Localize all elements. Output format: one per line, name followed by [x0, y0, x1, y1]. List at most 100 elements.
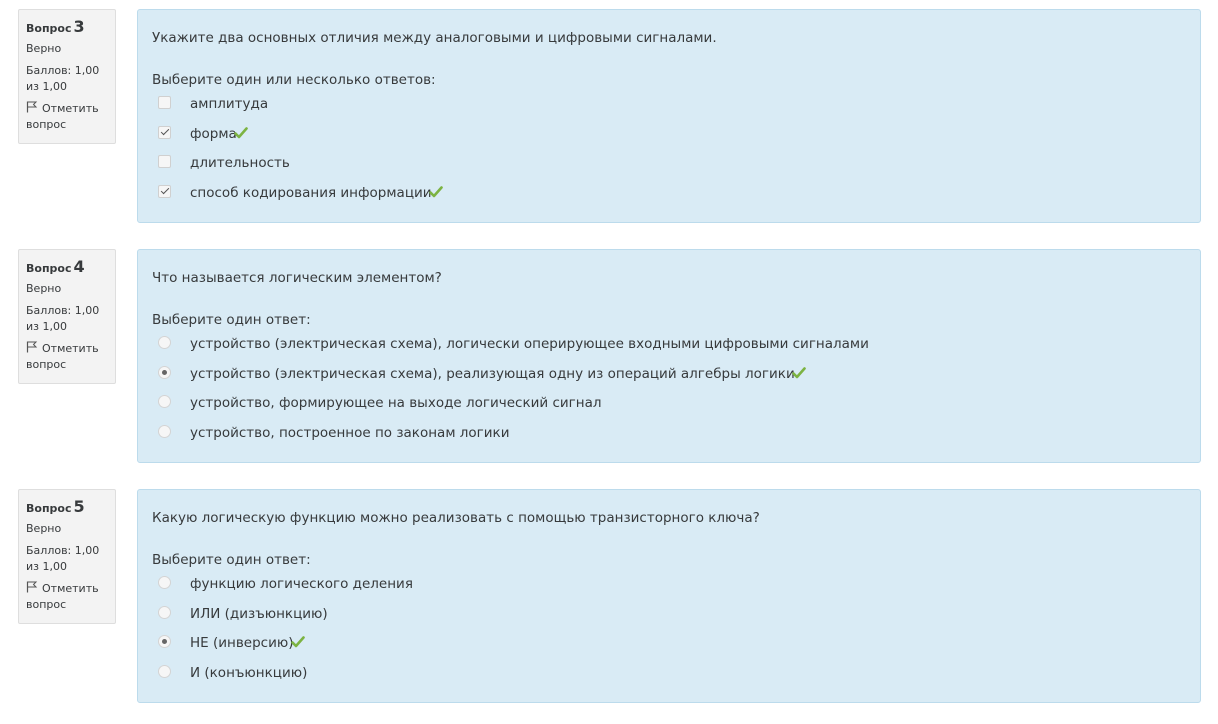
question-number: 3: [73, 17, 85, 36]
answer-option[interactable]: НЕ (инверсию): [152, 634, 1200, 664]
answer-control[interactable]: [152, 365, 190, 379]
answer-option[interactable]: ИЛИ (дизъюнкцию): [152, 605, 1200, 635]
answer-option[interactable]: амплитуда: [152, 95, 1200, 125]
question-text: Какую логическую функцию можно реализова…: [152, 510, 760, 526]
answer-control[interactable]: [152, 575, 190, 589]
answer-label-wrap: длительность: [190, 154, 290, 172]
flag-icon: [26, 101, 38, 113]
answer-label: амплитуда: [190, 96, 269, 112]
answer-label: устройство, построенное по законам логик…: [190, 424, 510, 441]
flag-question-link[interactable]: Отметить вопрос: [26, 101, 115, 133]
answer-option[interactable]: устройство, построенное по законам логик…: [152, 424, 1200, 454]
answer-label-wrap: И (конъюнкцию): [190, 664, 307, 682]
answer-label-wrap: устройство (электрическая схема), логиче…: [190, 335, 869, 353]
question-4: Вопрос 4 Верно Баллов: 1,00 из 1,00 Отмет…: [0, 249, 1218, 465]
unselected-radio[interactable]: [158, 664, 171, 678]
question-text: Укажите два основных отличия между анало…: [152, 30, 717, 46]
answer-control[interactable]: [152, 335, 190, 349]
correct-check-icon: [290, 635, 305, 648]
question-content-panel: Укажите два основных отличия между анало…: [137, 9, 1201, 223]
answer-label: И (конъюнкцию): [190, 664, 308, 681]
question-label: Вопрос: [26, 502, 72, 515]
question-text: Что называется логическим элементом?: [152, 270, 442, 286]
question-number-line: Вопрос 4: [26, 256, 115, 277]
question-number-line: Вопрос 3: [26, 16, 115, 37]
question-3: Вопрос 3 Верно Баллов: 1,00 из 1,00 Отмет…: [0, 9, 1218, 225]
answer-option[interactable]: функцию логического деления: [152, 575, 1200, 605]
answer-control[interactable]: [152, 664, 190, 678]
question-number: 4: [73, 257, 85, 276]
question-content-panel: Что называется логическим элементом? Выб…: [137, 249, 1201, 463]
question-grade: Баллов: 1,00 из 1,00: [26, 64, 100, 93]
answer-prompt: Выберите один или несколько ответов:: [152, 72, 436, 88]
question-grade: Баллов: 1,00 из 1,00: [26, 544, 100, 573]
unchecked-checkbox[interactable]: [158, 96, 171, 109]
answer-label-wrap: устройство (электрическая схема), реализ…: [190, 365, 806, 383]
answer-label: длительность: [190, 155, 290, 171]
unselected-radio[interactable]: [158, 336, 171, 349]
answer-label: устройство (электрическая схема), логиче…: [190, 336, 869, 352]
answer-label: НЕ (инверсию): [190, 635, 294, 651]
correct-check-icon: [234, 126, 248, 138]
question-5: Вопрос 5 Верно Баллов: 1,00 из 1,00 Отмет…: [0, 489, 1218, 705]
answer-label-wrap: способ кодирования информации: [190, 184, 443, 202]
answer-option[interactable]: форма: [152, 125, 1200, 155]
question-info-panel: Вопрос 5 Верно Баллов: 1,00 из 1,00 Отмет…: [18, 489, 116, 624]
unselected-radio[interactable]: [158, 576, 171, 589]
answer-label: ИЛИ (дизъюнкцию): [190, 605, 328, 622]
answer-option[interactable]: устройство (электрическая схема), логиче…: [152, 335, 1200, 365]
flag-icon: [26, 341, 38, 353]
answer-option[interactable]: И (конъюнкцию): [152, 664, 1200, 694]
question-label: Вопрос: [26, 262, 72, 275]
answer-list: амплитуда форма длительность способ коди…: [152, 95, 1200, 213]
correct-check-icon: [428, 185, 443, 197]
checked-checkbox[interactable]: [158, 125, 171, 139]
flag-icon: [26, 581, 38, 593]
answer-option[interactable]: способ кодирования информации: [152, 184, 1200, 214]
unselected-radio[interactable]: [158, 424, 171, 438]
answer-label-wrap: амплитуда: [190, 95, 268, 113]
question-grade: Баллов: 1,00 из 1,00: [26, 304, 100, 333]
answer-option[interactable]: длительность: [152, 154, 1200, 184]
question-content-panel: Какую логическую функцию можно реализова…: [137, 489, 1201, 703]
answer-option[interactable]: устройство, формирующее на выходе логиче…: [152, 394, 1200, 424]
unchecked-checkbox[interactable]: [158, 155, 171, 168]
answer-label-wrap: устройство, построенное по законам логик…: [190, 424, 509, 442]
answer-label-wrap: устройство, формирующее на выходе логиче…: [190, 394, 602, 412]
answer-prompt: Выберите один ответ:: [152, 552, 311, 568]
answer-label: способ кодирования информации: [190, 184, 432, 201]
answer-prompt: Выберите один ответ:: [152, 312, 311, 328]
answer-label: функцию логического деления: [190, 576, 413, 592]
question-state: Верно: [26, 42, 62, 55]
unselected-radio[interactable]: [158, 395, 171, 408]
answer-control[interactable]: [152, 424, 190, 438]
correct-check-icon: [791, 366, 806, 378]
question-state: Верно: [26, 282, 62, 295]
checked-checkbox[interactable]: [158, 184, 171, 198]
answer-label-wrap: форма: [190, 125, 248, 143]
question-state: Верно: [26, 522, 62, 535]
flag-question-link[interactable]: Отметить вопрос: [26, 341, 115, 373]
answer-control[interactable]: [152, 184, 190, 198]
answer-label-wrap: ИЛИ (дизъюнкцию): [190, 605, 328, 623]
answer-label: форма: [190, 125, 237, 142]
question-number: 5: [73, 497, 85, 516]
selected-radio[interactable]: [158, 365, 171, 379]
answer-control[interactable]: [152, 125, 190, 139]
answer-control[interactable]: [152, 95, 190, 109]
answer-control[interactable]: [152, 605, 190, 619]
answer-option[interactable]: устройство (электрическая схема), реализ…: [152, 365, 1200, 395]
selected-radio[interactable]: [158, 635, 171, 648]
answer-control[interactable]: [152, 154, 190, 168]
unselected-radio[interactable]: [158, 605, 171, 619]
question-label: Вопрос: [26, 22, 72, 35]
answer-control[interactable]: [152, 394, 190, 408]
answer-list: устройство (электрическая схема), логиче…: [152, 335, 1200, 453]
answer-label-wrap: функцию логического деления: [190, 575, 413, 593]
question-info-panel: Вопрос 4 Верно Баллов: 1,00 из 1,00 Отмет…: [18, 249, 116, 384]
answer-list: функцию логического деления ИЛИ (дизъюнк…: [152, 575, 1200, 693]
flag-question-link[interactable]: Отметить вопрос: [26, 581, 115, 613]
question-info-panel: Вопрос 3 Верно Баллов: 1,00 из 1,00 Отмет…: [18, 9, 116, 144]
answer-control[interactable]: [152, 634, 190, 648]
question-number-line: Вопрос 5: [26, 496, 115, 517]
